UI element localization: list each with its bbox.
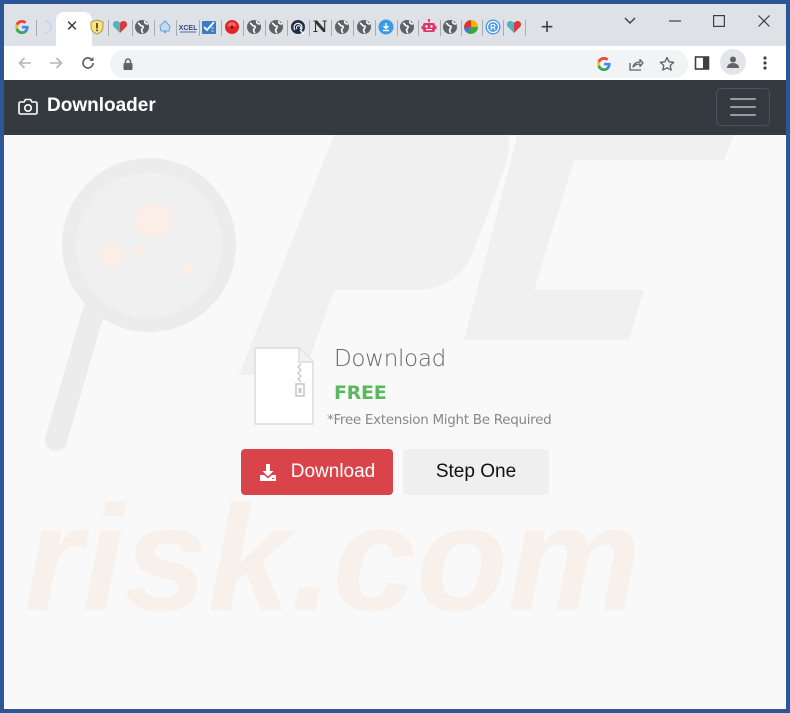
robot-icon[interactable] — [421, 19, 437, 35]
tab-separator — [154, 20, 155, 36]
tab-separator — [108, 20, 109, 36]
globe-icon[interactable] — [356, 19, 372, 35]
watermark-magnifier-icon — [62, 158, 236, 332]
brand-title: Downloader — [47, 95, 156, 116]
download-circle-icon[interactable] — [378, 19, 394, 35]
tab-separator — [440, 20, 441, 36]
hamburger-line — [730, 114, 756, 116]
google-g-icon[interactable] — [14, 19, 30, 35]
kebab-menu-icon — [763, 56, 767, 70]
tab-separator — [461, 20, 462, 36]
arrow-left-icon — [18, 57, 31, 69]
heart-icon[interactable] — [112, 19, 128, 35]
tab-separator — [199, 20, 200, 36]
tab-separator — [503, 20, 504, 36]
globe-icon[interactable] — [268, 19, 284, 35]
xcel-text: XCEL — [179, 25, 197, 32]
tab-separator — [265, 20, 266, 36]
globe-icon[interactable] — [442, 19, 458, 35]
tab-separator — [132, 20, 133, 36]
menu-button[interactable] — [755, 53, 775, 73]
brand-link[interactable]: Downloader — [18, 95, 156, 117]
watermark: risk.com — [24, 110, 744, 642]
address-bar[interactable] — [110, 50, 688, 78]
minimize-button[interactable] — [655, 8, 695, 34]
heart-icon[interactable] — [506, 19, 522, 35]
bookmark-star-icon[interactable] — [659, 56, 675, 72]
tab-separator — [331, 20, 332, 36]
chevron-down-icon — [624, 17, 636, 24]
tab-separator — [353, 20, 354, 36]
camera-icon — [18, 98, 38, 115]
download-button[interactable]: Download — [241, 449, 393, 495]
share-icon[interactable] — [628, 56, 644, 72]
minimize-icon — [669, 20, 681, 22]
xcel-icon[interactable]: XCEL — [179, 19, 197, 35]
tab-separator — [375, 20, 376, 36]
tab-search-button[interactable] — [610, 8, 650, 34]
tab-separator — [418, 20, 419, 36]
tab-separator — [287, 20, 288, 36]
hamburger-line — [730, 106, 756, 108]
watermark-text: risk.com — [24, 474, 641, 642]
bell-icon[interactable] — [157, 19, 173, 35]
page-content: risk.com Downloader Download FREE *Free … — [4, 80, 786, 709]
download-icon — [259, 463, 276, 481]
r-letter: R — [490, 23, 496, 32]
step-one-button-label: Step One — [435, 461, 517, 482]
reload-icon — [82, 57, 94, 69]
n-letter-icon[interactable]: N — [312, 19, 328, 35]
tab-strip: ✕ XCEL N R + — [4, 4, 786, 48]
loading-spinner-icon[interactable] — [37, 19, 53, 35]
watermark-c-letter — [464, 110, 744, 340]
zip-file-icon — [254, 347, 314, 425]
profile-button[interactable] — [720, 49, 746, 75]
reload-button[interactable] — [76, 51, 100, 75]
requirement-note: *Free Extension Might Be Required — [327, 412, 552, 428]
google-lens-icon[interactable] — [596, 56, 612, 72]
tab-separator — [309, 20, 310, 36]
browser-window: ✕ XCEL N R + risk.com Downloader Downloa… — [4, 4, 786, 709]
arrow-right-icon — [50, 57, 63, 69]
forward-button[interactable] — [44, 51, 68, 75]
q-arc-icon[interactable] — [290, 19, 306, 35]
tab-separator — [525, 20, 526, 36]
side-panel-button[interactable] — [692, 53, 712, 73]
side-panel-icon — [694, 56, 710, 70]
browser-toolbar — [4, 46, 786, 80]
download-title: Download — [334, 346, 446, 372]
maximize-icon — [713, 15, 725, 27]
tab-separator — [397, 20, 398, 36]
price-label: FREE — [334, 382, 387, 404]
globe-icon[interactable] — [334, 19, 350, 35]
maximize-button[interactable] — [699, 8, 739, 34]
checklist-icon[interactable] — [201, 19, 217, 35]
back-button[interactable] — [13, 51, 37, 75]
navbar-toggler-button[interactable] — [716, 88, 770, 126]
tab-separator — [221, 20, 222, 36]
avatar-icon — [727, 56, 739, 68]
close-icon — [758, 15, 770, 27]
watermark-p-letter — [239, 110, 509, 375]
red-circle-icon[interactable] — [224, 19, 240, 35]
step-one-button[interactable]: Step One — [403, 449, 549, 495]
tab-separator — [243, 20, 244, 36]
lock-icon[interactable] — [120, 56, 136, 72]
close-tab-icon[interactable]: ✕ — [64, 19, 80, 35]
n-letter: N — [312, 17, 328, 36]
pie-chart-icon[interactable] — [463, 19, 479, 35]
globe-icon[interactable] — [399, 19, 415, 35]
navbar: Downloader — [4, 80, 786, 135]
download-button-label: Download — [290, 461, 376, 482]
r-circle-icon[interactable]: R — [485, 19, 501, 35]
tab-separator — [176, 20, 177, 36]
hamburger-line — [730, 98, 756, 100]
shield-warning-icon[interactable] — [89, 19, 105, 35]
globe-icon[interactable] — [246, 19, 262, 35]
tab-separator — [482, 20, 483, 36]
close-window-button[interactable] — [744, 8, 784, 34]
new-tab-button[interactable]: + — [537, 16, 557, 38]
globe-icon[interactable] — [134, 19, 150, 35]
